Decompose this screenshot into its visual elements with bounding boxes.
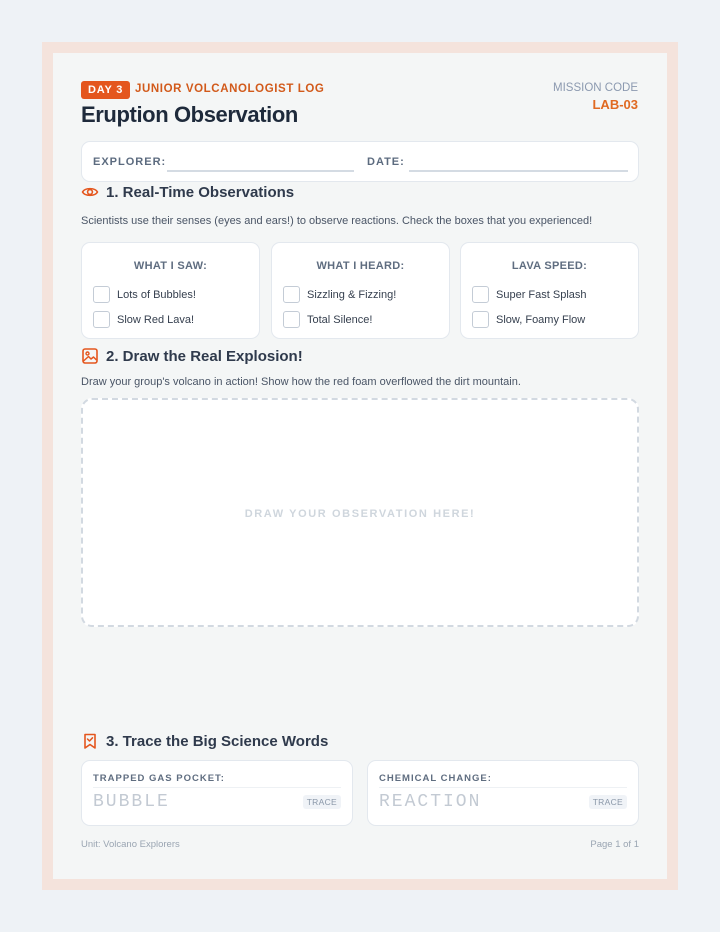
drawing-hint: DRAW YOUR OBSERVATION HERE! bbox=[244, 508, 476, 520]
checkbox-option[interactable]: Super Fast Splash bbox=[472, 286, 587, 303]
trace-word[interactable]: BUBBLE bbox=[93, 792, 170, 812]
checkbox-label: Slow, Foamy Flow bbox=[496, 313, 586, 326]
log-title: JUNIOR VOLCANOLOGIST LOG bbox=[135, 83, 325, 95]
date-label: DATE: bbox=[367, 156, 405, 168]
section-2-description: Draw your group's volcano in action! Sho… bbox=[81, 376, 521, 388]
checkbox-option[interactable]: Sizzling & Fizzing! bbox=[283, 286, 396, 303]
section-1-title: 1. Real-Time Observations bbox=[106, 183, 295, 201]
trace-tag: TRACE bbox=[302, 795, 341, 809]
trace-divider bbox=[93, 787, 341, 788]
trace-tag: TRACE bbox=[588, 795, 627, 809]
checkbox[interactable] bbox=[472, 311, 489, 328]
bookmark-icon bbox=[81, 732, 99, 750]
checkbox-label: Lots of Bubbles! bbox=[117, 288, 196, 301]
footer-page-number: Page 1 of 1 bbox=[590, 839, 639, 850]
eye-icon bbox=[81, 183, 99, 201]
checkbox[interactable] bbox=[472, 286, 489, 303]
observation-card-heard: WHAT I HEARD: Sizzling & Fizzing! Total … bbox=[271, 242, 450, 339]
checkbox[interactable] bbox=[93, 311, 110, 328]
section-1-heading: 1. Real-Time Observations bbox=[81, 183, 294, 201]
explorer-field[interactable] bbox=[167, 170, 354, 172]
trace-label: CHEMICAL CHANGE: bbox=[379, 773, 492, 784]
observation-card-title: LAVA SPEED: bbox=[511, 260, 588, 272]
section-2-title: 2. Draw the Real Explosion! bbox=[106, 347, 303, 365]
trace-card-reaction: CHEMICAL CHANGE: REACTION TRACE bbox=[367, 760, 639, 826]
trace-card-bubble: TRAPPED GAS POCKET: BUBBLE TRACE bbox=[81, 760, 353, 826]
checkbox-option[interactable]: Total Silence! bbox=[283, 311, 372, 328]
checkbox-label: Super Fast Splash bbox=[496, 288, 587, 301]
drawing-area[interactable]: DRAW YOUR OBSERVATION HERE! bbox=[81, 398, 639, 627]
checkbox[interactable] bbox=[283, 311, 300, 328]
checkbox-label: Sizzling & Fizzing! bbox=[307, 288, 397, 301]
checkbox[interactable] bbox=[283, 286, 300, 303]
checkbox[interactable] bbox=[93, 286, 110, 303]
mission-code: LAB-03 bbox=[592, 97, 638, 112]
image-icon bbox=[81, 347, 99, 365]
mission-code-label: MISSION CODE bbox=[553, 82, 638, 94]
date-field[interactable] bbox=[409, 170, 628, 172]
day-badge: DAY 3 bbox=[81, 81, 131, 99]
checkbox-option[interactable]: Slow Red Lava! bbox=[93, 311, 194, 328]
checkbox-option[interactable]: Lots of Bubbles! bbox=[93, 286, 196, 303]
trace-label: TRAPPED GAS POCKET: bbox=[93, 773, 225, 784]
observation-card-saw: WHAT I SAW: Lots of Bubbles! Slow Red La… bbox=[81, 242, 260, 339]
checkbox-label: Slow Red Lava! bbox=[117, 313, 195, 326]
page-title: Eruption Observation bbox=[81, 102, 298, 127]
section-3-heading: 3. Trace the Big Science Words bbox=[81, 732, 328, 750]
checkbox-label: Total Silence! bbox=[307, 313, 373, 326]
observation-card-title: WHAT I SAW: bbox=[133, 260, 208, 272]
section-1-description: Scientists use their senses (eyes and ea… bbox=[81, 215, 593, 227]
trace-word[interactable]: REACTION bbox=[379, 792, 481, 812]
explorer-date-card: EXPLORER: DATE: bbox=[81, 141, 639, 182]
trace-divider bbox=[379, 787, 627, 788]
observation-card-title: WHAT I HEARD: bbox=[316, 260, 405, 272]
section-2-heading: 2. Draw the Real Explosion! bbox=[81, 347, 303, 365]
observation-card-speed: LAVA SPEED: Super Fast Splash Slow, Foam… bbox=[460, 242, 639, 339]
checkbox-option[interactable]: Slow, Foamy Flow bbox=[472, 311, 585, 328]
footer-unit: Unit: Volcano Explorers bbox=[81, 839, 180, 850]
explorer-label: EXPLORER: bbox=[93, 156, 167, 168]
section-3-title: 3. Trace the Big Science Words bbox=[106, 732, 329, 750]
